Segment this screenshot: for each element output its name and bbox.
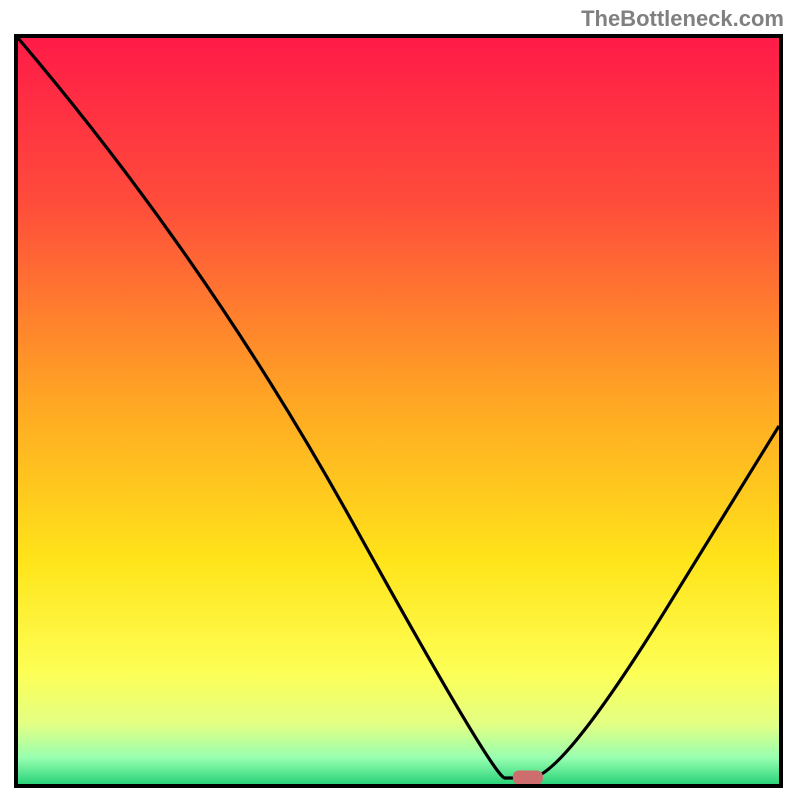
gradient-bg <box>18 38 779 784</box>
watermark: TheBottleneck.com <box>581 6 784 32</box>
optimal-marker <box>513 771 543 784</box>
bottleneck-chart <box>18 38 779 784</box>
chart-frame <box>14 34 783 788</box>
